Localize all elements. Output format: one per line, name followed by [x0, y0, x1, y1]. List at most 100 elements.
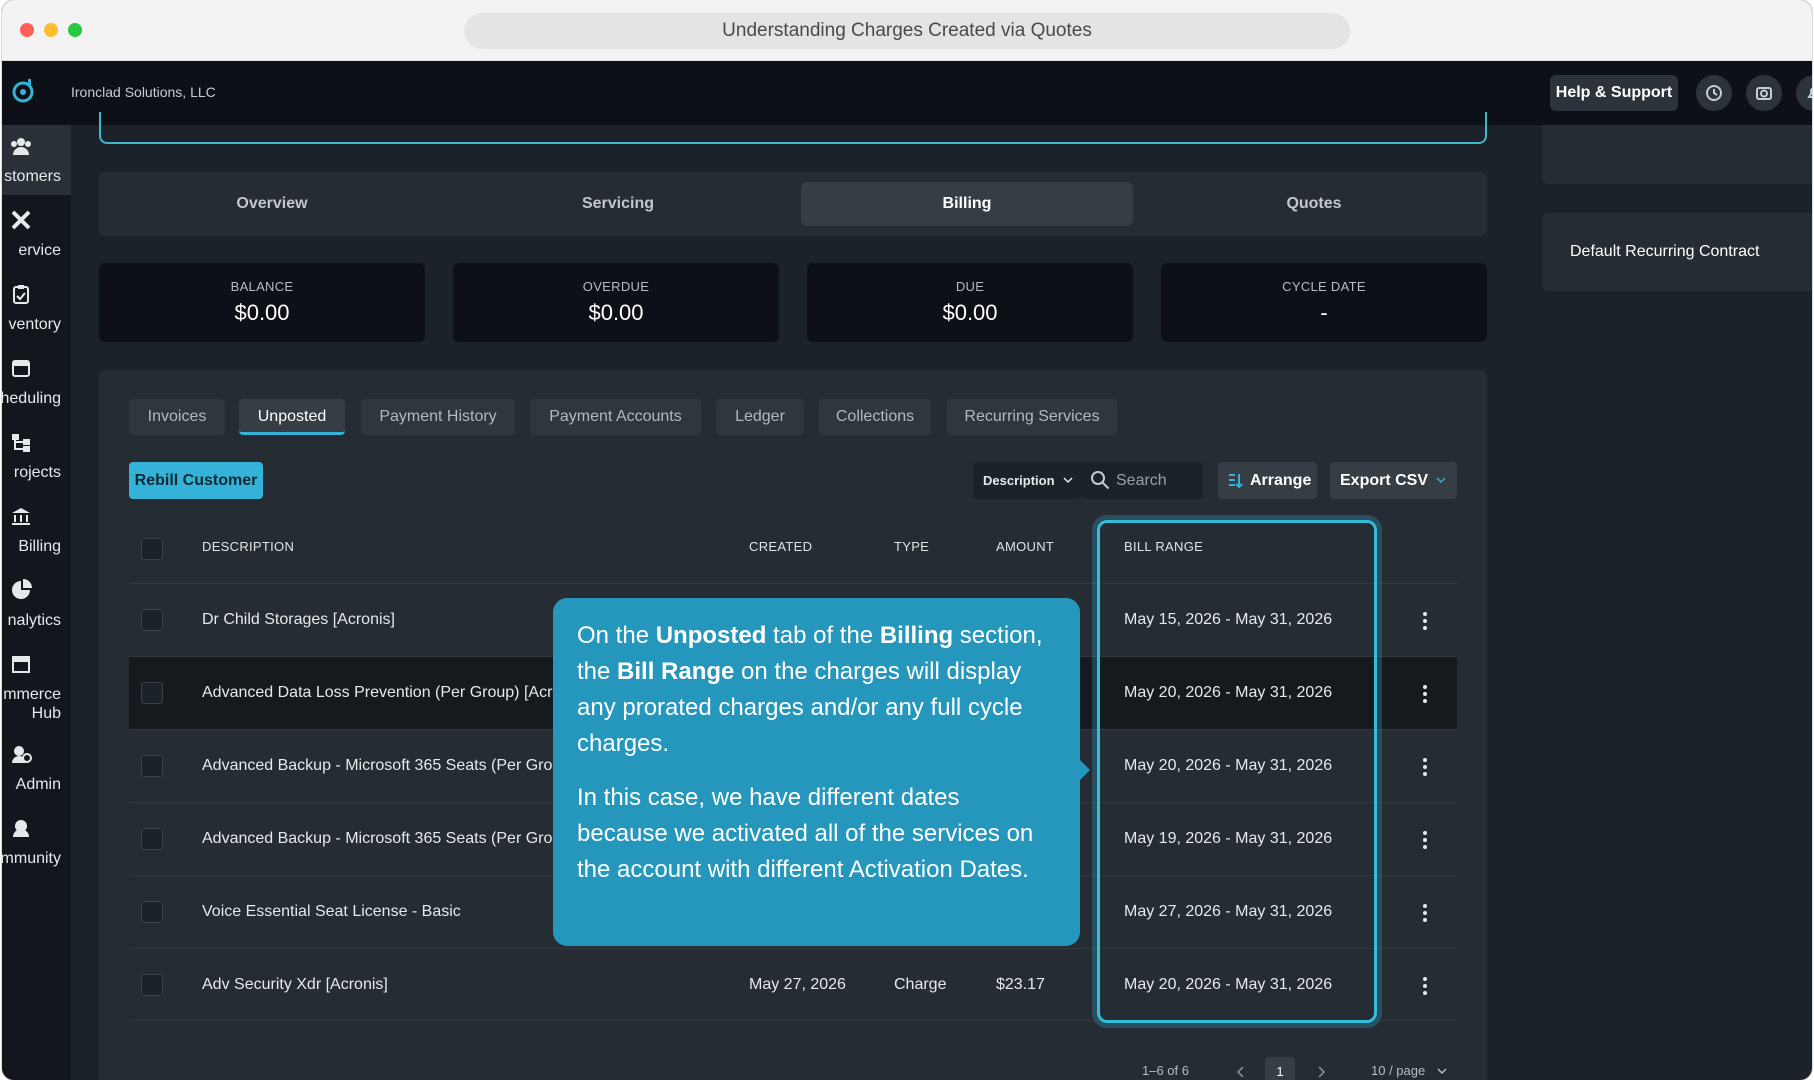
- card-label: DUE: [955, 279, 985, 294]
- row-checkbox[interactable]: [141, 755, 163, 777]
- sidebar-item-commerce-hub[interactable]: mmerce Hub: [2, 643, 71, 733]
- customers-icon: [11, 138, 31, 155]
- export-csv-button[interactable]: Export CSV: [1330, 462, 1457, 499]
- row-description: Dr Child Storages [Acronis]: [202, 611, 395, 628]
- select-all-checkbox[interactable]: [141, 538, 163, 560]
- maximize-window-button[interactable]: [68, 23, 82, 37]
- calendar-icon: [12, 360, 30, 377]
- more-actions-icon[interactable]: [1417, 975, 1433, 997]
- card-value: -: [1320, 300, 1328, 325]
- help-support-button[interactable]: Help & Support: [1550, 75, 1678, 111]
- overdue-card: OVERDUE $0.00: [453, 263, 779, 342]
- sidebar-item-label: ventory: [8, 316, 61, 333]
- minimize-window-button[interactable]: [44, 23, 58, 37]
- browser-window: Understanding Charges Created via Quotes…: [2, 0, 1812, 1080]
- search-input[interactable]: [1116, 462, 1200, 499]
- select-value: Description: [983, 473, 1055, 488]
- row-description: Advanced Data Loss Prevention (Per Group…: [202, 684, 587, 701]
- row-checkbox[interactable]: [141, 609, 163, 631]
- sidebar-item-label: heduling: [2, 390, 61, 407]
- sidebar-item-admin[interactable]: Admin: [2, 733, 71, 803]
- callout-paragraph-2: In this case, we have different dates be…: [577, 784, 1034, 883]
- customer-header-frame: [99, 112, 1487, 144]
- search-icon: [1091, 471, 1110, 490]
- chevron-down-icon: [1437, 1068, 1447, 1075]
- sidebar-item-label: mmunity: [2, 850, 61, 867]
- admin-user-gear-icon: [12, 746, 32, 763]
- page-size-value: 10 / page: [1371, 1063, 1426, 1078]
- column-header-description[interactable]: DESCRIPTION: [202, 539, 294, 554]
- bank-icon: [12, 508, 30, 525]
- due-card: DUE $0.00: [807, 263, 1133, 342]
- more-actions-icon[interactable]: [1417, 683, 1433, 705]
- subtab-collections[interactable]: Collections: [819, 399, 931, 435]
- search-field-select[interactable]: Description: [973, 462, 1081, 499]
- sidebar-item-community[interactable]: mmunity: [2, 807, 71, 877]
- community-icon: [13, 820, 29, 837]
- subtab-unposted[interactable]: Unposted: [239, 399, 345, 435]
- default-recurring-contract[interactable]: Default Recurring Contract: [1542, 213, 1812, 291]
- history-icon[interactable]: [1696, 75, 1732, 111]
- pagination-range: 1–6 of 6: [1142, 1063, 1189, 1078]
- row-type: Charge: [894, 976, 947, 993]
- more-actions-icon[interactable]: [1417, 756, 1433, 778]
- arrange-button[interactable]: Arrange: [1218, 462, 1317, 499]
- card-value: $0.00: [588, 300, 644, 325]
- tab-servicing[interactable]: Servicing: [445, 182, 791, 226]
- subtab-payment-accounts[interactable]: Payment Accounts: [530, 399, 701, 435]
- sidebar-item-scheduling[interactable]: heduling: [2, 347, 71, 417]
- row-checkbox[interactable]: [141, 682, 163, 704]
- pie-chart-icon: [12, 579, 32, 599]
- sidebar-item-projects[interactable]: rojects: [2, 421, 71, 491]
- left-sidebar: stomers ervice ventory heduling rojects …: [2, 125, 71, 1080]
- column-header-amount[interactable]: AMOUNT: [996, 539, 1054, 554]
- card-value: $0.00: [234, 300, 290, 325]
- sidebar-item-billing[interactable]: Billing: [2, 495, 71, 565]
- chevron-right-icon[interactable]: [1317, 1066, 1325, 1078]
- subtab-recurring-services[interactable]: Recurring Services: [947, 399, 1117, 435]
- column-header-created[interactable]: CREATED: [749, 539, 812, 554]
- sidebar-item-label: mmerce Hub: [3, 686, 61, 722]
- column-header-type[interactable]: TYPE: [894, 539, 929, 554]
- page-number-button[interactable]: 1: [1265, 1057, 1295, 1080]
- row-checkbox[interactable]: [141, 901, 163, 923]
- row-description: Adv Security Xdr [Acronis]: [202, 976, 388, 993]
- row-created: May 27, 2026: [749, 976, 846, 993]
- sidebar-item-customers[interactable]: stomers: [2, 125, 71, 195]
- more-actions-icon[interactable]: [1417, 610, 1433, 632]
- more-actions-icon[interactable]: [1417, 902, 1433, 924]
- search-box[interactable]: [1081, 462, 1203, 499]
- service-tools-icon: [11, 210, 31, 230]
- sidebar-item-label: ervice: [18, 242, 61, 259]
- app-logo-icon[interactable]: [10, 77, 36, 105]
- tab-overview[interactable]: Overview: [99, 182, 445, 226]
- row-checkbox[interactable]: [141, 828, 163, 850]
- subtab-invoices[interactable]: Invoices: [129, 399, 225, 435]
- chevron-left-icon[interactable]: [1237, 1066, 1245, 1078]
- sidebar-item-service[interactable]: ervice: [2, 199, 71, 269]
- card-label: OVERDUE: [582, 279, 650, 294]
- rebill-customer-button[interactable]: Rebill Customer: [129, 462, 263, 499]
- more-actions-icon[interactable]: [1417, 829, 1433, 851]
- tab-billing[interactable]: Billing: [801, 182, 1133, 226]
- sidebar-item-analytics[interactable]: nalytics: [2, 569, 71, 639]
- address-bar[interactable]: Understanding Charges Created via Quotes: [464, 13, 1350, 49]
- subtab-payment-history[interactable]: Payment History: [361, 399, 515, 435]
- sidebar-item-label: Billing: [18, 538, 61, 555]
- camera-icon[interactable]: [1746, 75, 1782, 111]
- sidebar-item-label: stomers: [4, 168, 61, 185]
- subtab-ledger[interactable]: Ledger: [716, 399, 804, 435]
- page-size-select[interactable]: 10 / page: [1371, 1063, 1447, 1078]
- card-label: BALANCE: [230, 279, 294, 294]
- tab-quotes[interactable]: Quotes: [1141, 182, 1487, 226]
- row-description: Advanced Backup - Microsoft 365 Seats (P…: [202, 830, 576, 847]
- callout-paragraph-1: On the Unposted tab of the Billing secti…: [577, 622, 1043, 757]
- chevron-down-icon: [1436, 477, 1446, 484]
- arrange-label: Arrange: [1250, 472, 1312, 489]
- close-window-button[interactable]: [20, 23, 34, 37]
- card-value: $0.00: [942, 300, 998, 325]
- notification-icon[interactable]: [1796, 75, 1812, 111]
- row-checkbox[interactable]: [141, 974, 163, 996]
- sidebar-item-inventory[interactable]: ventory: [2, 273, 71, 343]
- inventory-clipboard-icon: [13, 285, 29, 304]
